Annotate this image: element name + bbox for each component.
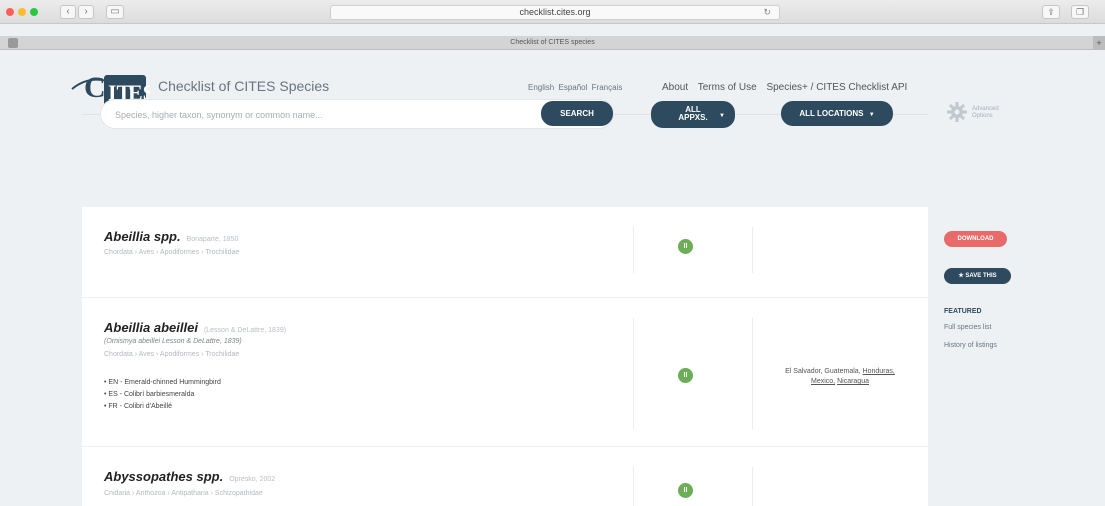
download-button[interactable]: DOWNLOAD — [944, 231, 1007, 247]
star-icon: ★ — [958, 273, 964, 279]
appendix-badge: II — [678, 483, 693, 498]
featured-link-history[interactable]: History of listings — [944, 342, 997, 349]
species-name-text: Abeillia abeillei — [104, 320, 198, 335]
species-author: Bonaparte, 1850 — [186, 236, 239, 243]
tabs-icon: ❐ — [1075, 7, 1085, 17]
nav-about[interactable]: About — [662, 82, 688, 93]
tab-strip: Checklist of CITES species + — [0, 36, 1105, 50]
top-nav: About Terms of Use Species+ / CITES Chec… — [662, 82, 914, 93]
search-box — [100, 99, 614, 129]
species-author: Opresko, 2002 — [229, 476, 276, 483]
locations-label: ALL LOCATIONS — [799, 109, 864, 118]
address-bar[interactable]: checklist.cites.org ↻ — [330, 5, 780, 20]
lang-english[interactable]: English — [528, 83, 554, 92]
taxonomy-path: Chordata › Aves › Apodiformes › Trochili… — [104, 351, 240, 358]
share-button[interactable]: ⇪ — [1042, 5, 1060, 19]
species-synonym: (Ornismya abeillei Lesson & DeLattre, 18… — [104, 338, 242, 345]
species-name[interactable]: Abyssopathes spp. Opresko, 2002 — [104, 469, 275, 484]
search-button[interactable]: SEARCH — [541, 101, 613, 126]
species-name-text: Abyssopathes spp. — [104, 469, 224, 484]
divider — [633, 318, 634, 430]
locations-dropdown[interactable]: ALL LOCATIONS ▼ — [781, 101, 893, 126]
advanced-label: Advanced — [972, 106, 999, 112]
divider — [633, 467, 634, 506]
taxonomy-path: Chordata › Aves › Apodiformes › Trochili… — [104, 249, 240, 256]
lang-francais[interactable]: Français — [592, 83, 623, 92]
species-name-text: Abeillia spp. — [104, 229, 181, 244]
table-row[interactable]: Abyssopathes spp. Opresko, 2002 Cnidaria … — [82, 447, 928, 506]
right-sidebar: DOWNLOAD ★ SAVE THIS FEATURED Full speci… — [928, 207, 1105, 506]
reload-icon[interactable]: ↻ — [763, 6, 771, 19]
site-title[interactable]: Checklist of CITES Species — [158, 78, 329, 94]
common-names-list: EN - Emerald-chinned Hummingbird ES - Co… — [104, 377, 221, 413]
browser-toolbar: ‹ › ▭ checklist.cites.org ↻ ⇪ ❐ — [0, 0, 1105, 24]
forward-button[interactable]: › — [78, 5, 94, 19]
taxonomy-path: Cnidaria › Anthozoa › Antipatharia › Sch… — [104, 490, 263, 497]
species-author: (Lesson & DeLattre, 1839) — [203, 327, 287, 334]
featured-heading: FEATURED — [944, 308, 982, 315]
nav-terms[interactable]: Terms of Use — [698, 82, 757, 93]
distribution-text: El Salvador, Guatemala, — [785, 368, 863, 375]
advanced-options-link[interactable]: Advanced Options — [972, 106, 999, 120]
list-item: ES - Colibrí barbiesmeralda — [104, 389, 221, 401]
divider — [752, 318, 753, 430]
nav-api[interactable]: Species+ / CITES Checklist API — [766, 82, 907, 93]
divider — [752, 467, 753, 506]
save-this-button[interactable]: ★ SAVE THIS — [944, 268, 1011, 284]
caret-down-icon: ▼ — [719, 113, 725, 119]
close-window-icon[interactable] — [6, 8, 14, 16]
language-switcher: English Español Français — [528, 83, 624, 92]
results-list: Abeillia spp. Bonaparte, 1850 Chordata › … — [82, 207, 928, 506]
minimize-window-icon[interactable] — [18, 8, 26, 16]
list-item: EN - Emerald-chinned Hummingbird — [104, 377, 220, 389]
species-name[interactable]: Abeillia abeillei (Lesson & DeLattre, 183… — [104, 320, 286, 335]
save-label: SAVE THIS — [965, 273, 997, 279]
url-text: checklist.cites.org — [519, 7, 591, 17]
back-button[interactable]: ‹ — [60, 5, 76, 19]
distribution-link-mexico[interactable]: Mexico, — [811, 378, 835, 385]
table-row[interactable]: Abeillia abeillei (Lesson & DeLattre, 183… — [82, 298, 928, 446]
featured-link-full-list[interactable]: Full species list — [944, 324, 991, 331]
lang-espanol[interactable]: Español — [558, 83, 587, 92]
chevron-right-icon: › — [84, 6, 88, 17]
maximize-window-icon[interactable] — [30, 8, 38, 16]
appendices-dropdown[interactable]: ALL APPXS. ▼ — [651, 101, 735, 128]
share-icon: ⇪ — [1047, 7, 1055, 17]
appendix-badge: II — [678, 368, 693, 383]
distribution-list: El Salvador, Guatemala, Honduras, Mexico… — [760, 367, 920, 387]
list-item: FR - Colibri d'Abeillé — [104, 401, 221, 413]
divider — [633, 227, 634, 273]
svg-text:C: C — [84, 71, 106, 104]
distribution-link-honduras[interactable]: Honduras, — [863, 368, 895, 375]
divider — [752, 227, 753, 273]
sidebar-icon: ▭ — [110, 6, 120, 17]
distribution-link-nicaragua[interactable]: Nicaragua — [837, 378, 869, 385]
species-name[interactable]: Abeillia spp. Bonaparte, 1850 — [104, 229, 238, 244]
gear-icon[interactable] — [946, 101, 968, 123]
search-input[interactable] — [115, 107, 515, 123]
sidebar-toggle-button[interactable]: ▭ — [106, 5, 124, 19]
appendix-badge: II — [678, 239, 693, 254]
chevron-left-icon: ‹ — [66, 6, 70, 17]
options-label: Options — [972, 113, 993, 119]
tab-title[interactable]: Checklist of CITES species — [0, 36, 1105, 50]
tabs-overview-button[interactable]: ❐ — [1071, 5, 1089, 19]
caret-down-icon: ▼ — [868, 112, 875, 118]
table-row[interactable]: Abeillia spp. Bonaparte, 1850 Chordata › … — [82, 207, 928, 297]
new-tab-button[interactable]: + — [1093, 36, 1105, 50]
